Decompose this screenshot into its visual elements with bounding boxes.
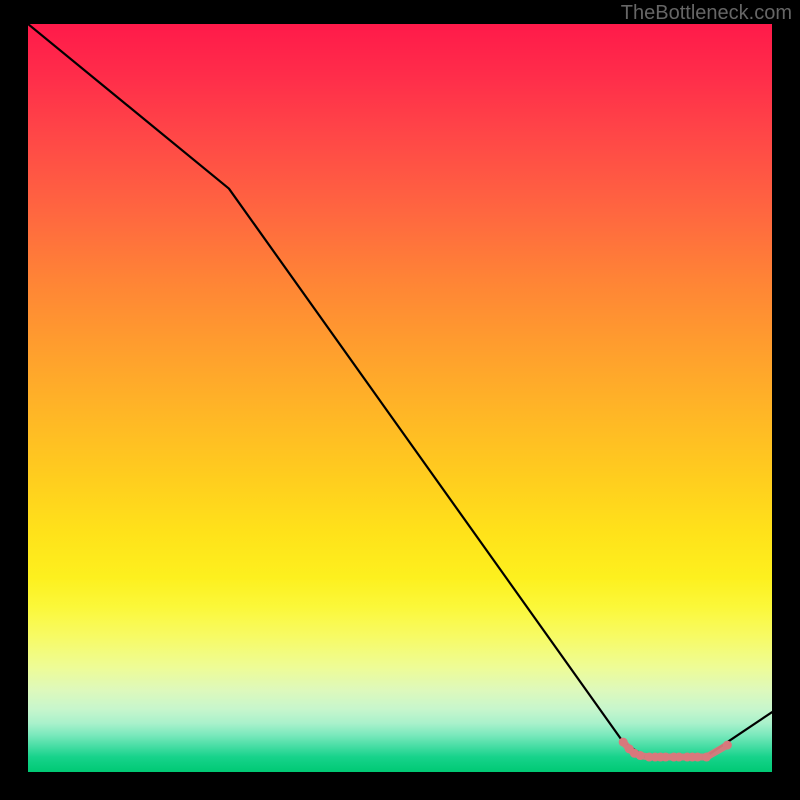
- chart-svg: [28, 24, 772, 772]
- watermark-text: TheBottleneck.com: [621, 2, 792, 25]
- plot-area: [28, 24, 772, 772]
- optimal-markers: [619, 738, 732, 762]
- bottleneck-line: [28, 24, 772, 757]
- chart-container: TheBottleneck.com: [0, 0, 800, 800]
